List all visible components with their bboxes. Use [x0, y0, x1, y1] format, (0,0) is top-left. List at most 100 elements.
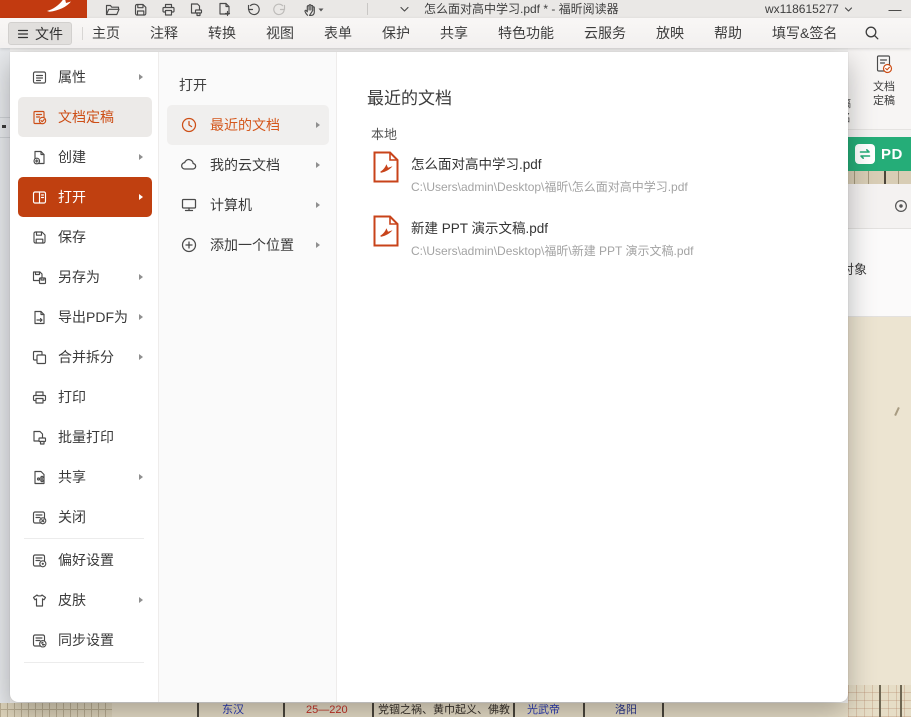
search-icon[interactable] [864, 25, 880, 41]
tab-share[interactable]: 共享 [426, 18, 482, 48]
chevron-right-icon [139, 314, 143, 320]
redo-icon[interactable] [272, 1, 288, 17]
tab-play[interactable]: 放映 [642, 18, 698, 48]
tab-form[interactable]: 表单 [310, 18, 366, 48]
open-folder-icon[interactable] [104, 1, 120, 17]
sidebar-item-sync-settings[interactable]: 同步设置 [18, 620, 152, 660]
chevron-down-icon [844, 5, 853, 14]
file-menu-label: 文件 [35, 24, 63, 44]
chevron-right-icon [316, 202, 320, 208]
cloud-icon [180, 156, 198, 174]
tab-home[interactable]: 主页 [78, 18, 134, 48]
table-cell: 光武帝 [527, 703, 560, 717]
document-check-icon [874, 54, 894, 76]
file-name: 新建 PPT 演示文稿.pdf [411, 217, 694, 237]
object-label: 对象 [848, 259, 867, 278]
tab-cloud[interactable]: 云服务 [570, 18, 640, 48]
open-item-add-location[interactable]: 添加一个位置 [167, 225, 329, 265]
background-window-left [0, 48, 10, 703]
sidebar-item-properties[interactable]: 属性 [18, 57, 152, 97]
document-ruler-strip [848, 171, 911, 184]
divider [367, 3, 368, 15]
hand-tool-icon[interactable] [300, 1, 326, 17]
open-item-computer[interactable]: 计算机 [167, 185, 329, 225]
target-icon[interactable] [894, 199, 908, 213]
collapse-toolbar-icon[interactable] [398, 3, 411, 16]
background-ribbon: 稿 名 文档 定稿 [848, 48, 911, 130]
menu-bar: 文件 主页 注释 转换 视图 表单 保护 共享 特色功能 云服务 放映 帮助 填… [0, 18, 911, 48]
sync-icon [31, 632, 48, 649]
file-path: C:\Users\admin\Desktop\福昕\怎么面对高中学习.pdf [411, 178, 688, 195]
finalize-document-button[interactable]: 文档 定稿 [862, 54, 906, 108]
pdf-file-icon [373, 214, 399, 248]
tab-convert[interactable]: 转换 [194, 18, 250, 48]
tab-comment[interactable]: 注释 [136, 18, 192, 48]
chevron-right-icon [316, 122, 320, 128]
open-item-cloud-documents[interactable]: 我的云文档 [167, 145, 329, 185]
sidebar-item-print[interactable]: 打印 [18, 377, 152, 417]
chevron-right-icon [139, 274, 143, 280]
table-cell: 25—220 [306, 703, 348, 717]
file-path: C:\Users\admin\Desktop\福昕\新建 PPT 演示文稿.pd… [411, 242, 694, 259]
sidebar-item-share[interactable]: 共享 [18, 457, 152, 497]
document-grid [848, 685, 911, 717]
tab-protect[interactable]: 保护 [368, 18, 424, 48]
recent-file-row[interactable]: 怎么面对高中学习.pdf C:\Users\admin\Desktop\福昕\怎… [373, 150, 813, 206]
tab-features[interactable]: 特色功能 [484, 18, 568, 48]
export-icon [31, 309, 48, 326]
sidebar-item-batch-print[interactable]: 批量打印 [18, 417, 152, 457]
merge-split-icon [31, 349, 48, 366]
account-menu[interactable]: wx118615277 [765, 0, 853, 18]
sidebar-item-save-as[interactable]: 另存为 [18, 257, 152, 297]
file-menu-button[interactable]: 文件 [8, 22, 72, 45]
sidebar-item-export-pdf[interactable]: 导出PDF为 [18, 297, 152, 337]
foxit-logo [0, 0, 87, 18]
batch-print-icon[interactable] [188, 1, 204, 17]
background-document [848, 317, 911, 717]
background-window-right: 稿 名 文档 定稿 PD 对象 [848, 48, 911, 717]
chevron-right-icon [139, 194, 143, 200]
sidebar-item-merge-split[interactable]: 合并拆分 [18, 337, 152, 377]
add-page-icon[interactable] [216, 1, 232, 17]
tab-help[interactable]: 帮助 [700, 18, 756, 48]
local-section-label: 本地 [371, 124, 397, 143]
clock-icon [180, 116, 198, 134]
save-icon[interactable] [132, 1, 148, 17]
print-icon[interactable] [160, 1, 176, 17]
document-ruler [0, 703, 112, 717]
chevron-right-icon [139, 597, 143, 603]
tab-fill-sign[interactable]: 填写&签名 [758, 18, 851, 48]
file-menu-sidebar: 属性 文档定稿 创建 打开 保存 另存为 导出PDF为 合并拆分 [10, 52, 158, 702]
add-location-icon [180, 236, 198, 254]
create-page-icon [31, 149, 48, 166]
chevron-right-icon [139, 154, 143, 160]
sidebar-item-open[interactable]: 打开 [18, 177, 152, 217]
tab-view[interactable]: 视图 [252, 18, 308, 48]
preferences-icon [31, 552, 48, 569]
dropdown-caret-icon [317, 2, 325, 17]
sidebar-item-close[interactable]: 关闭 [18, 497, 152, 537]
open-submenu-panel: 打开 最近的文档 我的云文档 计算机 添加一个位置 [158, 52, 337, 702]
recent-documents-header: 最近的文档 [367, 84, 452, 109]
sidebar-item-create[interactable]: 创建 [18, 137, 152, 177]
save-icon [31, 229, 48, 246]
background-panel: 对象 [848, 228, 911, 317]
table-cell: 东汉 [222, 703, 244, 717]
share-icon [31, 469, 48, 486]
sidebar-item-skin[interactable]: 皮肤 [18, 580, 152, 620]
sidebar-item-save[interactable]: 保存 [18, 217, 152, 257]
divider [24, 538, 144, 539]
recent-file-row[interactable]: 新建 PPT 演示文稿.pdf C:\Users\admin\Desktop\福… [373, 214, 813, 270]
sidebar-item-finalize[interactable]: 文档定稿 [18, 97, 152, 137]
chevron-right-icon [139, 354, 143, 360]
open-item-recent-documents[interactable]: 最近的文档 [167, 105, 329, 145]
recent-documents-panel: 最近的文档 本地 怎么面对高中学习.pdf C:\Users\admin\Des… [337, 52, 848, 702]
file-menu-overlay: 属性 文档定稿 创建 打开 保存 另存为 导出PDF为 合并拆分 [10, 52, 848, 702]
swap-arrows-icon [855, 144, 875, 164]
clipped-panel-icon [2, 125, 6, 128]
sidebar-item-preferences[interactable]: 偏好设置 [18, 540, 152, 580]
pdf-convert-banner[interactable]: PD [848, 137, 911, 171]
minimize-button[interactable]: — [882, 0, 908, 18]
foxit-bird-icon [46, 0, 72, 14]
undo-icon[interactable] [244, 1, 260, 17]
